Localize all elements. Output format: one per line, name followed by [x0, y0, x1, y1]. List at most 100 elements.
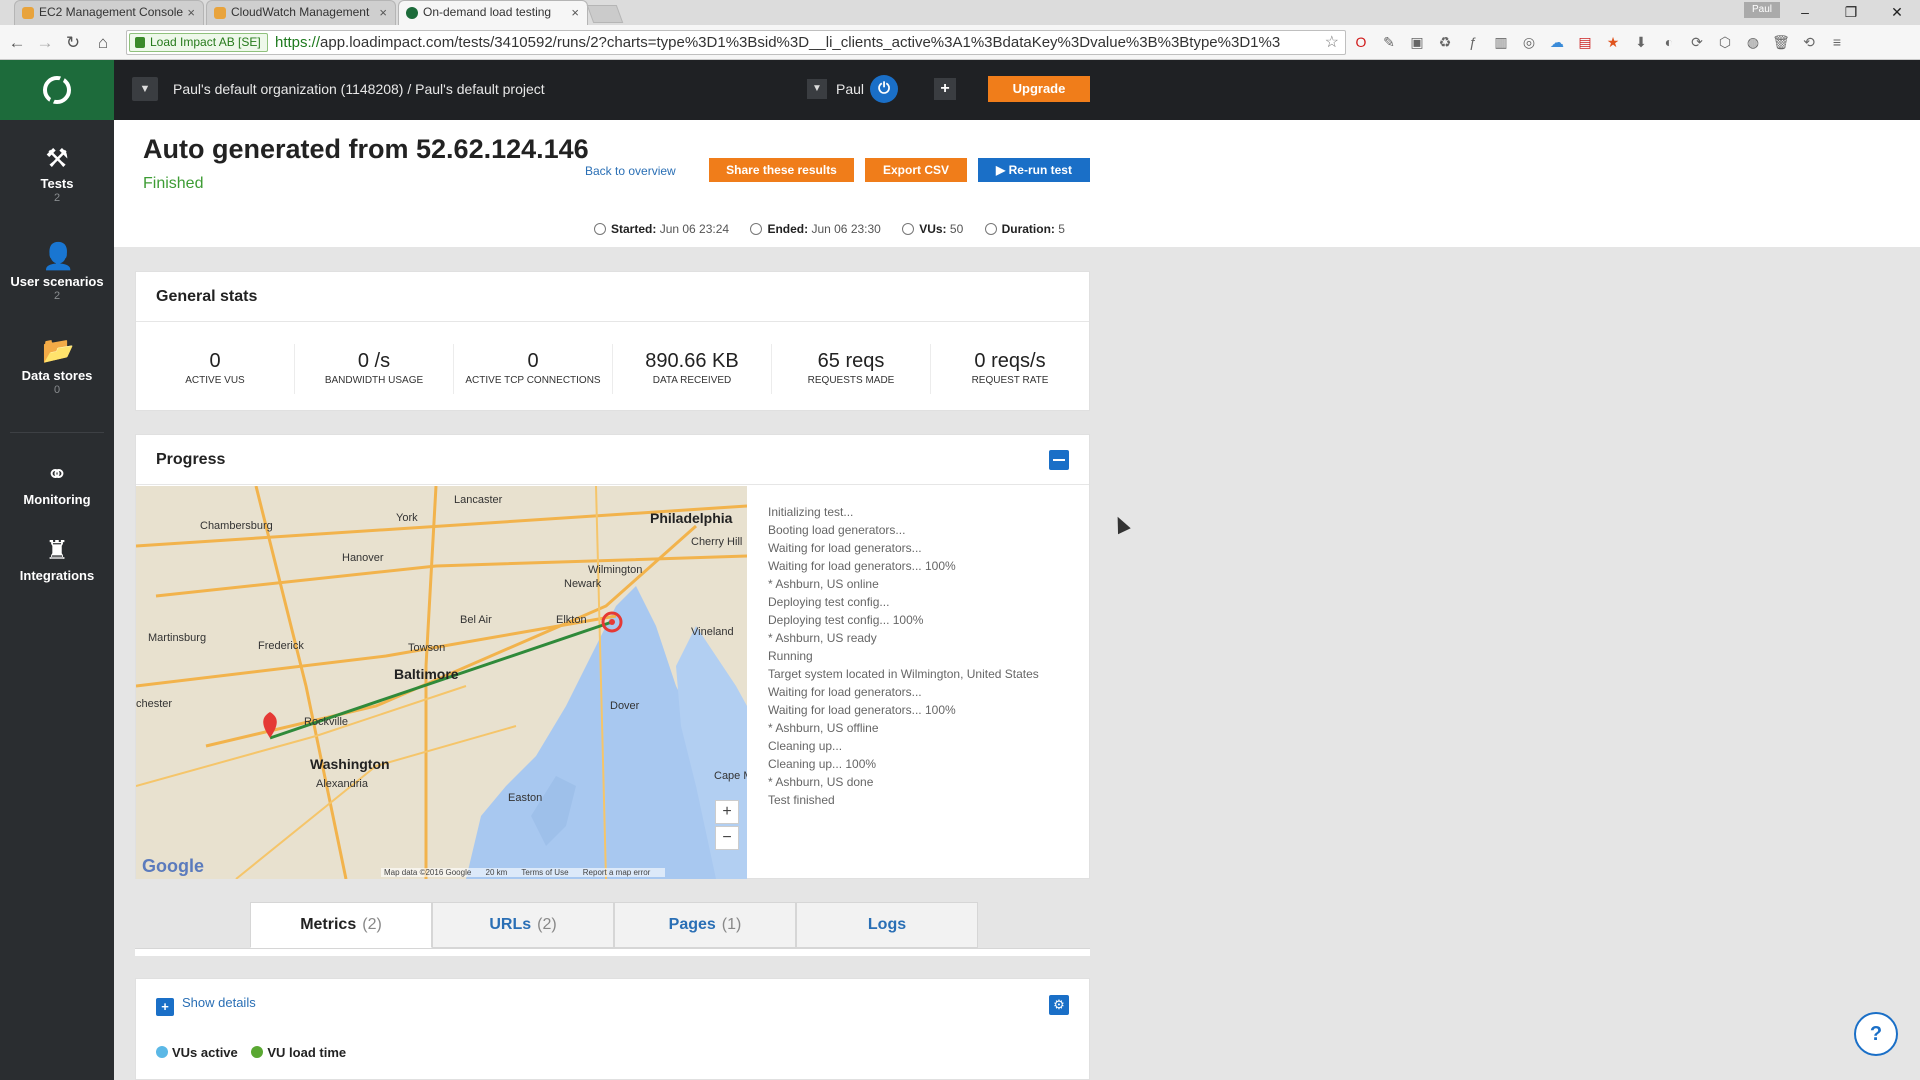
user-dropdown-toggle[interactable]: ▼	[807, 79, 827, 99]
eyedropper-extension-icon[interactable]: ✎	[1380, 33, 1398, 51]
stat-bandwidth: 0 /s Bandwidth usage	[295, 344, 454, 394]
close-icon[interactable]: ×	[379, 1, 387, 24]
org-project-breadcrumb[interactable]: Paul's default organization (1148208) / …	[173, 81, 545, 97]
lock-icon	[135, 37, 145, 48]
star-extension-icon[interactable]: ★	[1604, 33, 1622, 51]
browser-toolbar: ← → ↻ ⌂ Load Impact AB [SE] https://app.…	[0, 25, 1920, 60]
refresh-extension-icon[interactable]: ⟳	[1688, 33, 1706, 51]
stat-requests-made: 65 reqs Requests made	[772, 344, 931, 394]
screenshot-extension-icon[interactable]: ▣	[1408, 33, 1426, 51]
started-value: Jun 06 23:24	[659, 222, 730, 236]
sidebar-item-label: Data stores	[21, 368, 93, 383]
browser-profile-chip[interactable]: Paul	[1744, 2, 1780, 18]
collapse-minus-icon[interactable]	[1049, 450, 1069, 470]
share-results-button[interactable]: Share these results	[709, 158, 854, 182]
gear-icon[interactable]: ⚙	[1049, 995, 1069, 1015]
font-extension-icon[interactable]: ƒ	[1464, 33, 1482, 51]
back-to-overview-link[interactable]: Back to overview	[585, 164, 676, 178]
road	[136, 685, 467, 787]
log-line: Deploying test config...	[768, 595, 890, 609]
tab-logs[interactable]: Logs	[796, 902, 978, 948]
sidebar-item-data-stores[interactable]: 📂 Data stores 0	[0, 336, 114, 396]
legend-vus-active[interactable]: VUs active	[156, 1045, 238, 1060]
create-plus-button[interactable]: +	[934, 78, 956, 100]
log-line: Waiting for load generators... 100%	[768, 559, 956, 573]
log-line: Booting load generators...	[768, 523, 906, 537]
run-metadata: Started: Jun 06 23:24 Ended: Jun 06 23:3…	[594, 222, 1083, 236]
timer-icon	[984, 223, 997, 235]
close-icon[interactable]: ×	[187, 1, 195, 24]
sidebar-item-count: 0	[53, 384, 61, 396]
url-text[interactable]: https://app.loadimpact.com/tests/3410592…	[275, 34, 1280, 51]
browser-tab-loadimpact[interactable]: On-demand load testing ×	[398, 0, 588, 25]
map-terms-link[interactable]: Terms of Use	[521, 868, 568, 877]
location-pin-icon[interactable]	[263, 712, 277, 738]
forward-arrow-icon[interactable]: →	[34, 32, 56, 54]
stat-label: Request rate	[971, 375, 1049, 386]
opera-extension-icon[interactable]: O	[1352, 33, 1370, 51]
user-name[interactable]: Paul	[836, 81, 864, 97]
help-button[interactable]: ?	[1854, 1012, 1898, 1056]
org-dropdown-toggle[interactable]: ▼	[132, 77, 158, 101]
sidebar-item-tests[interactable]: ⚒ Tests 2	[0, 144, 114, 204]
app-topbar: ▼ Paul's default organization (1148208) …	[114, 60, 1920, 120]
stat-value: 0	[527, 350, 539, 372]
google-map[interactable]: Lancaster Philadelphia Cherry Hill Chamb…	[136, 486, 747, 879]
restore-icon[interactable]: ❐	[1828, 0, 1874, 25]
recycle-extension-icon[interactable]: ♻	[1436, 33, 1454, 51]
minimize-icon[interactable]: –	[1782, 0, 1828, 25]
sidebar-item-integrations[interactable]: ♜ Integrations	[0, 536, 114, 583]
new-tab-button[interactable]	[586, 5, 624, 23]
sidebar-item-monitoring[interactable]: ⚭ Monitoring	[0, 460, 114, 507]
browser-menu-icon[interactable]: ≡	[1828, 33, 1846, 51]
tools-icon: ⚒	[45, 143, 69, 173]
home-icon[interactable]: ⌂	[92, 32, 114, 54]
sidebar-item-label: Tests	[40, 176, 74, 191]
tab-metrics[interactable]: Metrics (2)	[250, 902, 432, 948]
sidebar-item-user-scenarios[interactable]: 👤 User scenarios 2	[0, 242, 114, 302]
map-label-dover: Dover	[610, 700, 640, 712]
circle-extension-icon[interactable]: ◍	[1744, 33, 1762, 51]
tab-pages[interactable]: Pages (1)	[614, 902, 796, 948]
logout-power-icon[interactable]: ⏻	[870, 75, 898, 103]
globe-extension-icon[interactable]: ◎	[1520, 33, 1538, 51]
mouse-cursor-icon	[1111, 513, 1131, 535]
rerun-test-button[interactable]: ▶ Re-run test	[978, 158, 1090, 182]
shield-extension-icon[interactable]: ◐	[1660, 33, 1678, 51]
log-line: Cleaning up... 100%	[768, 757, 877, 771]
back-arrow-icon[interactable]: ←	[6, 32, 28, 54]
sync-extension-icon[interactable]: ⟲	[1800, 33, 1818, 51]
legend-vu-load-time[interactable]: VU load time	[251, 1045, 346, 1060]
close-icon[interactable]: ×	[571, 1, 579, 24]
export-csv-button[interactable]: Export CSV	[865, 158, 967, 182]
map-zoom-in-button[interactable]: +	[715, 800, 739, 824]
show-details-toggle[interactable]: + Show details	[156, 995, 256, 1016]
secure-indicator[interactable]: Load Impact AB [SE]	[129, 33, 268, 52]
chart-extension-icon[interactable]: ▥	[1492, 33, 1510, 51]
trash-extension-icon[interactable]: 🗑	[1772, 33, 1790, 51]
pdf-extension-icon[interactable]: ▤	[1576, 33, 1594, 51]
results-tabs: Metrics (2) URLs (2) Pages (1) Logs	[250, 902, 978, 948]
loadimpact-favicon-icon	[406, 7, 418, 19]
general-stats-panel: General stats 0 Active VUs 0 /s Bandwidth …	[135, 271, 1090, 411]
log-line: Initializing test...	[768, 505, 854, 519]
download-extension-icon[interactable]: ⬇	[1632, 33, 1650, 51]
puzzle-icon: ♜	[45, 535, 69, 565]
reload-icon[interactable]: ↻	[62, 32, 84, 54]
browser-tab-ec2[interactable]: EC2 Management Console ×	[14, 0, 204, 25]
upgrade-button[interactable]: Upgrade	[988, 76, 1090, 102]
loadimpact-logo[interactable]	[0, 60, 114, 120]
sidebar-item-count: 2	[53, 192, 61, 204]
tab-urls[interactable]: URLs (2)	[432, 902, 614, 948]
stat-label: Active VUs	[185, 375, 245, 386]
stat-value: 0 reqs/s	[974, 350, 1046, 372]
address-bar[interactable]: Load Impact AB [SE] https://app.loadimpa…	[126, 30, 1346, 55]
map-label-chambersburg: Chambersburg	[200, 520, 273, 532]
map-report-link[interactable]: Report a map error	[583, 868, 651, 877]
window-close-icon[interactable]: ✕	[1874, 0, 1920, 25]
hexagon-extension-icon[interactable]: ⬡	[1716, 33, 1734, 51]
browser-tab-cloudwatch[interactable]: CloudWatch Management ×	[206, 0, 396, 25]
map-zoom-out-button[interactable]: −	[715, 826, 739, 850]
cloud-extension-icon[interactable]: ☁	[1548, 33, 1566, 51]
bookmark-star-icon[interactable]: ☆	[1325, 32, 1339, 52]
